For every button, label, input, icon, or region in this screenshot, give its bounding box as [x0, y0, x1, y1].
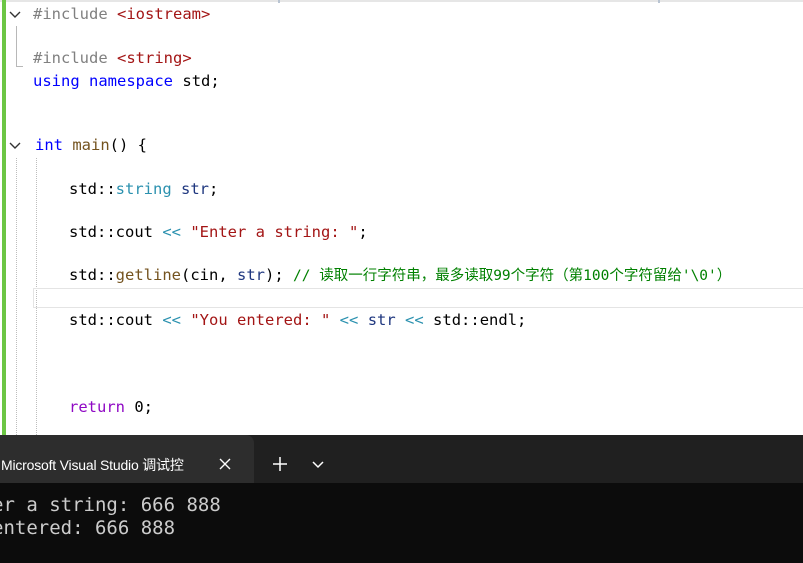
code-text: std::endl;	[433, 311, 527, 329]
string-literal: "You entered: "	[190, 311, 331, 329]
keyword: return	[69, 398, 125, 416]
operator: <<	[162, 311, 181, 329]
code-text: 0;	[125, 398, 153, 416]
console-output-line: entered: 666 888	[0, 517, 176, 539]
debug-console-window[interactable]: Microsoft Visual Studio 调试控 er a string:…	[0, 435, 803, 563]
code-line-5[interactable]: std::string str;	[69, 179, 218, 199]
variable: str	[237, 266, 265, 284]
code-line-8[interactable]: std::cout << "You entered: " << str << s…	[69, 310, 526, 330]
variable: str	[181, 180, 210, 198]
close-icon[interactable]	[218, 456, 232, 470]
code-line-6[interactable]: std::cout << "Enter a string: ";	[69, 222, 368, 242]
fold-region-guide	[16, 158, 17, 435]
variable: str	[367, 311, 396, 329]
code-line-2[interactable]: #include <string>	[33, 48, 192, 68]
fold-chevron-down-icon[interactable]	[8, 8, 22, 22]
namespace: std::	[69, 180, 116, 198]
operator: <<	[162, 223, 181, 241]
fold-region-guide	[16, 26, 23, 67]
editor-top-border	[0, 0, 803, 3]
namespace: std::	[69, 266, 116, 284]
code-text: () {	[109, 136, 147, 154]
code-text: );	[265, 266, 293, 284]
code-text: ;	[358, 223, 368, 241]
code-text: std::cout	[69, 223, 163, 241]
tab-title: Microsoft Visual Studio 调试控	[1, 457, 184, 473]
code-line-3[interactable]: using namespace std;	[33, 71, 220, 91]
operator: <<	[339, 311, 359, 329]
chevron-down-icon[interactable]	[310, 456, 326, 472]
preprocessor: #include	[33, 5, 108, 23]
terminal-tab[interactable]: Microsoft Visual Studio 调试控	[0, 435, 254, 483]
console-output-line: er a string: 666 888	[0, 494, 221, 516]
header-name: <string>	[117, 49, 192, 67]
operator: <<	[405, 311, 424, 329]
comment: // 读取一行字符串，最多读取99个字符（第100个字符留给'\0'）	[293, 268, 732, 284]
function-name: getline	[115, 266, 181, 284]
change-tracking-bar	[2, 0, 6, 435]
code-editor[interactable]: #include <iostream> #include <string> us…	[0, 0, 803, 435]
code-line-1[interactable]: #include <iostream>	[33, 4, 210, 24]
code-text: std;	[182, 72, 220, 90]
type-name: string	[115, 180, 172, 198]
code-line-4[interactable]: int main() {	[35, 135, 147, 155]
plus-icon[interactable]	[270, 454, 290, 474]
code-text: std::cout	[69, 311, 163, 329]
code-line-7[interactable]: std::getline(cin, str); // 读取一行字符串，最多读取9…	[69, 265, 731, 286]
keyword: int	[35, 136, 63, 154]
code-line-9[interactable]: return 0;	[69, 397, 153, 417]
keyword: namespace	[89, 72, 174, 90]
code-text: ;	[209, 180, 219, 198]
preprocessor: #include	[33, 49, 108, 67]
tab-separator	[278, 0, 280, 3]
function-name: main	[72, 136, 110, 154]
tab-separator	[658, 0, 660, 3]
fold-chevron-down-icon[interactable]	[8, 139, 22, 153]
code-text: (cin,	[181, 266, 237, 284]
string-literal: "Enter a string: "	[190, 223, 359, 241]
current-line-highlight	[33, 288, 803, 308]
keyword: using	[33, 72, 80, 90]
terminal-title-bar: Microsoft Visual Studio 调试控	[0, 435, 803, 483]
header-name: <iostream>	[117, 5, 211, 23]
